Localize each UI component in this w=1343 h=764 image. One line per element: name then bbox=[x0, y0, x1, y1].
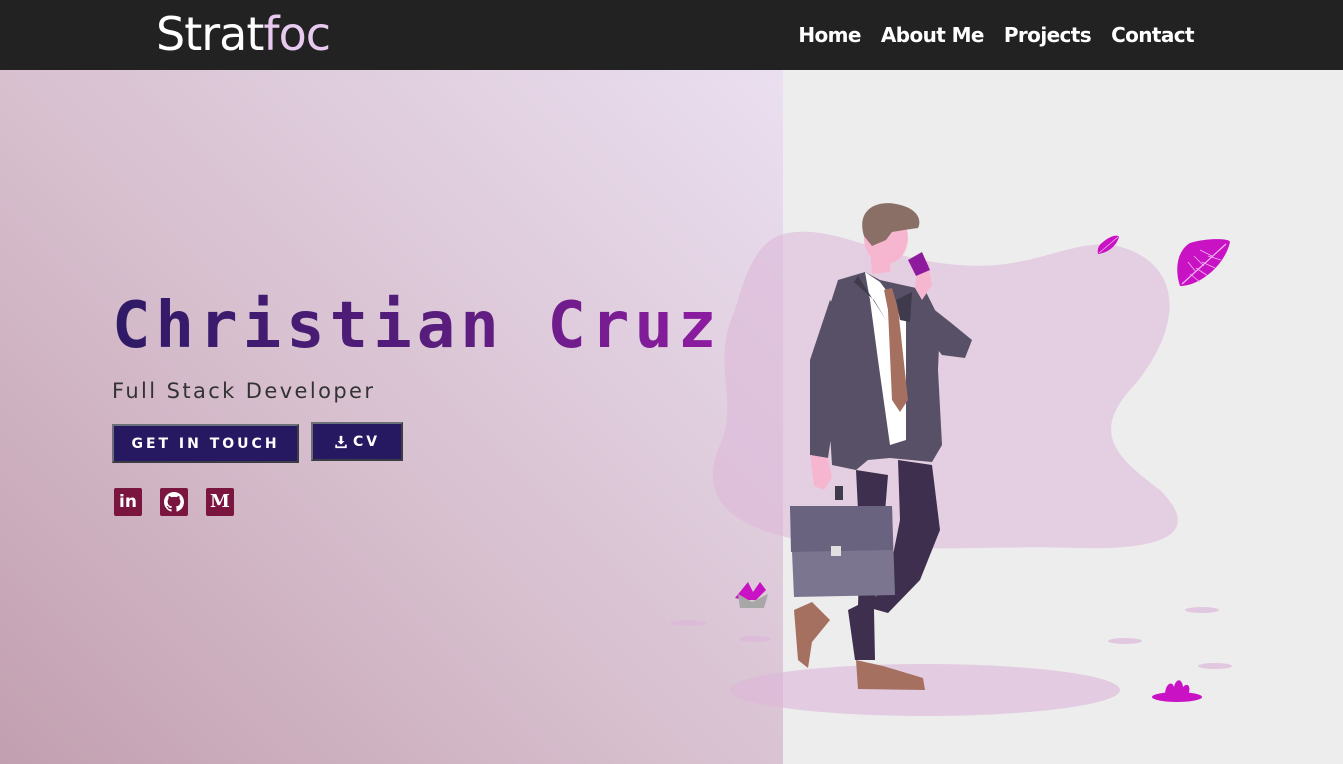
download-cv-button[interactable]: CV bbox=[311, 422, 403, 461]
logo-text-accent: foc bbox=[263, 7, 331, 61]
plant-right bbox=[1152, 680, 1202, 702]
businessman-illustration bbox=[670, 203, 1232, 716]
logo[interactable]: Stratfoc bbox=[156, 6, 331, 62]
nav-projects[interactable]: Projects bbox=[1004, 22, 1092, 48]
get-in-touch-button[interactable]: GET IN TOUCH bbox=[112, 424, 299, 463]
navbar: Stratfoc Home About Me Projects Contact bbox=[0, 0, 1343, 70]
nav-contact[interactable]: Contact bbox=[1111, 22, 1195, 48]
linkedin-icon: in bbox=[119, 492, 137, 512]
nav-about-me[interactable]: About Me bbox=[881, 22, 985, 48]
medium-link[interactable]: M bbox=[206, 488, 234, 516]
github-icon bbox=[164, 492, 184, 512]
leaf-large bbox=[1177, 239, 1230, 286]
cv-label: CV bbox=[352, 433, 381, 450]
blob-shape bbox=[712, 231, 1178, 549]
plant-left bbox=[735, 582, 768, 608]
download-icon bbox=[335, 435, 347, 448]
hero-name: Christian Cruz bbox=[112, 284, 721, 368]
github-link[interactable] bbox=[160, 488, 188, 516]
main-nav: Home About Me Projects Contact bbox=[798, 22, 1194, 48]
linkedin-link[interactable]: in bbox=[114, 488, 142, 516]
medium-icon: M bbox=[210, 491, 230, 512]
hero-title: Full Stack Developer bbox=[112, 379, 376, 403]
nav-home[interactable]: Home bbox=[798, 22, 861, 48]
logo-text-primary: Strat bbox=[156, 7, 264, 61]
